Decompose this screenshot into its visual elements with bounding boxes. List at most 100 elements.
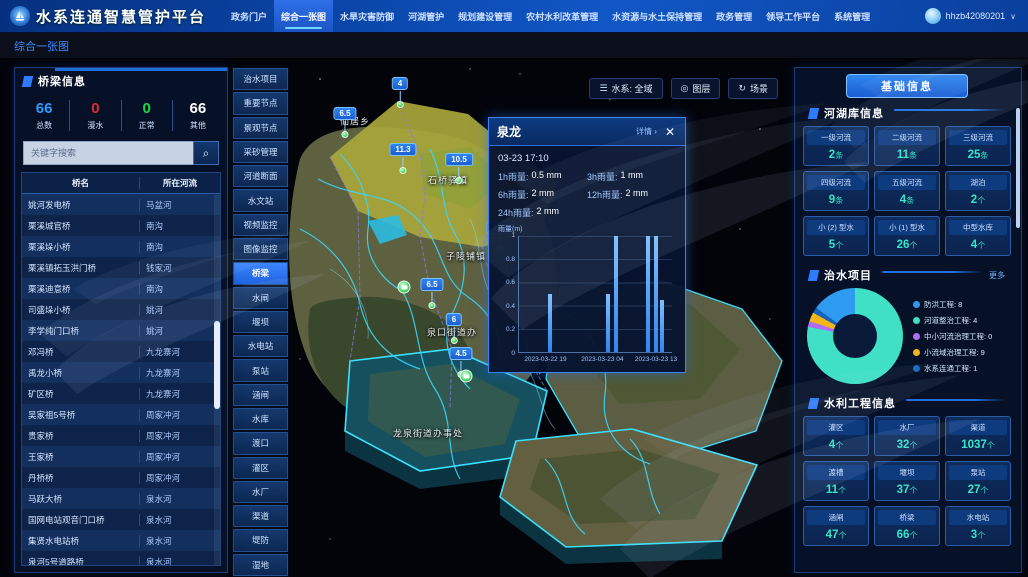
layer-menu-item[interactable]: 水电站: [233, 335, 288, 357]
card-unit: 个: [835, 241, 843, 250]
layer-menu-item[interactable]: 河道断面: [233, 165, 288, 187]
nav-item[interactable]: 系统管理: [827, 0, 877, 32]
layer-menu-item[interactable]: 渠道: [233, 505, 288, 527]
table-row[interactable]: 丹桥桥 周家冲河: [22, 467, 220, 488]
y-tick: 0.8: [498, 256, 515, 263]
marker-dot: [455, 177, 462, 184]
search-input[interactable]: [23, 141, 193, 165]
river-name-cell: 九龙寨河: [140, 367, 220, 379]
table-row[interactable]: 李学纯门口桥 姚河: [22, 320, 220, 341]
panel-scrollbar[interactable]: [1016, 108, 1020, 228]
layer-menu-item[interactable]: 水库: [233, 408, 288, 430]
nav-item[interactable]: 政务管理: [709, 0, 759, 32]
table-row[interactable]: 王家桥 周家冲河: [22, 446, 220, 467]
layer-menu-item[interactable]: 视频监控: [233, 214, 288, 236]
card-value: 37个: [878, 484, 936, 496]
table-scrollbar[interactable]: [214, 195, 220, 565]
bridge-name-cell: 栗溪迪意桥: [22, 283, 140, 295]
layer-menu-item[interactable]: 堤防: [233, 529, 288, 551]
table-row[interactable]: 国网电站观音门口桥 泉水河: [22, 509, 220, 530]
table-row[interactable]: 栗溪镇拓玉洪门桥 钱家河: [22, 257, 220, 278]
breadcrumb[interactable]: 综合一张图: [14, 38, 69, 54]
table-row[interactable]: 姚河发电桥 马盆河: [22, 194, 220, 215]
layer-menu-item[interactable]: 水文站: [233, 189, 288, 211]
card-unit: 个: [977, 196, 985, 205]
rain-metric: 6h雨量: 2 mm: [498, 188, 587, 201]
layer-menu-item[interactable]: 泵站: [233, 359, 288, 381]
basic-info-badge[interactable]: 基础信息: [846, 74, 968, 98]
river-name-cell: 姚河: [140, 325, 220, 337]
table-row[interactable]: 邓冯桥 九龙寨河: [22, 341, 220, 362]
projects-more-link[interactable]: 更多: [989, 270, 1005, 281]
stat-label: 其他: [173, 120, 223, 131]
nav-item[interactable]: 政务门户: [224, 0, 274, 32]
layer-menu-item[interactable]: 渡口: [233, 432, 288, 454]
layer-menu-item[interactable]: 景观节点: [233, 117, 288, 139]
scrollbar-thumb[interactable]: [214, 321, 220, 409]
camera-marker-icon[interactable]: [398, 281, 411, 294]
water-level-marker[interactable]: 10.5: [445, 149, 473, 184]
layer-menu-item[interactable]: 水闸: [233, 287, 288, 309]
water-level-marker[interactable]: 6.5: [333, 103, 356, 138]
rivers-section-title: 河湖库信息: [824, 105, 884, 121]
bridge-name-cell: 王家桥: [22, 451, 140, 463]
layer-menu-item[interactable]: 水厂: [233, 481, 288, 503]
table-row[interactable]: 吴家祖5号桥 周家冲河: [22, 404, 220, 425]
card-value: 66个: [878, 529, 936, 541]
close-icon[interactable]: ✕: [663, 125, 677, 139]
bridge-info-panel: 桥梁信息 66 总数 0 漫水 0 正常 66: [14, 67, 228, 573]
rainfall-bar-chart: 雨量(m) 10.80.60.40.20 2023-03-22 192023-0…: [498, 226, 676, 367]
river-name-cell: 南沟: [140, 241, 220, 253]
layer-menu-item[interactable]: 图像监控: [233, 238, 288, 260]
rain-bar: [614, 236, 618, 352]
town-label: 子陵铺镇: [446, 250, 486, 263]
layer-menu-item[interactable]: 重要节点: [233, 92, 288, 114]
map-control-button[interactable]: ◎ 图层: [671, 78, 721, 99]
nav-item[interactable]: 农村水利改革管理: [519, 0, 605, 32]
station-popup: 泉龙 详情 › ✕ 03-23 17:10 1h雨量: 0.5 mm 3h雨量:…: [488, 117, 686, 373]
water-level-marker[interactable]: 11.3: [389, 139, 416, 174]
layer-menu-item[interactable]: 涵闸: [233, 384, 288, 406]
nav-item[interactable]: 领导工作平台: [759, 0, 827, 32]
table-row[interactable]: 栗溪城官桥 南沟: [22, 215, 220, 236]
popup-detail-link[interactable]: 详情 ›: [636, 126, 657, 137]
camera-marker-icon[interactable]: [460, 370, 473, 383]
nav-item[interactable]: 河湖管护: [401, 0, 451, 32]
chart-x-ticks: 2023-03-22 192023-03-23 042023-03-23 13: [518, 356, 676, 367]
table-row[interactable]: 禹龙小桥 九龙寨河: [22, 362, 220, 383]
layer-menu-item[interactable]: 湿地: [233, 554, 288, 576]
user-menu[interactable]: hhzb42080201 ∨: [925, 8, 1016, 24]
table-row[interactable]: 司盛垛小桥 姚河: [22, 299, 220, 320]
layer-menu-item[interactable]: 灌区: [233, 457, 288, 479]
layer-menu-item[interactable]: 桥梁: [233, 262, 288, 284]
water-level-marker[interactable]: 4: [392, 73, 408, 108]
table-row[interactable]: 集贤水电站桥 泉水河: [22, 530, 220, 551]
layer-menu-item[interactable]: 采砂管理: [233, 141, 288, 163]
stat-value: 66: [173, 100, 223, 117]
nav-item[interactable]: 综合一张图: [274, 0, 333, 32]
table-row[interactable]: 矿区桥 九龙寨河: [22, 383, 220, 404]
table-row[interactable]: 栗溪迪意桥 南沟: [22, 278, 220, 299]
table-row[interactable]: 泉河5号道路桥 泉水河: [22, 551, 220, 566]
table-row[interactable]: 贵家桥 周家冲河: [22, 425, 220, 446]
legend-item: 水系连通工程: 1: [913, 363, 1013, 374]
info-card: 五级河流 4条: [874, 171, 940, 211]
info-card: 水电站 3个: [945, 506, 1011, 546]
card-value: 32个: [878, 439, 936, 451]
layer-menu-item[interactable]: 堰坝: [233, 311, 288, 333]
y-tick: 0.4: [498, 303, 515, 310]
map-control-button[interactable]: ↻ 场景: [728, 78, 778, 99]
stat-value: 0: [122, 100, 172, 117]
info-card: 湖泊 2个: [945, 171, 1011, 211]
layer-menu-item[interactable]: 治水项目: [233, 68, 288, 90]
nav-item[interactable]: 水资源与水土保持管理: [605, 0, 709, 32]
water-level-marker[interactable]: 6: [446, 309, 462, 344]
col-header-bridge: 桥名: [22, 177, 140, 189]
search-button[interactable]: ⌕: [193, 141, 219, 165]
map-control-button[interactable]: ☰ 水系: 全域: [589, 78, 662, 99]
table-row[interactable]: 栗溪垛小桥 南沟: [22, 236, 220, 257]
water-level-marker[interactable]: 6.5: [420, 274, 443, 309]
nav-item[interactable]: 水旱灾害防御: [333, 0, 401, 32]
nav-item[interactable]: 规划建设管理: [451, 0, 519, 32]
table-row[interactable]: 马跃大桥 泉水河: [22, 488, 220, 509]
